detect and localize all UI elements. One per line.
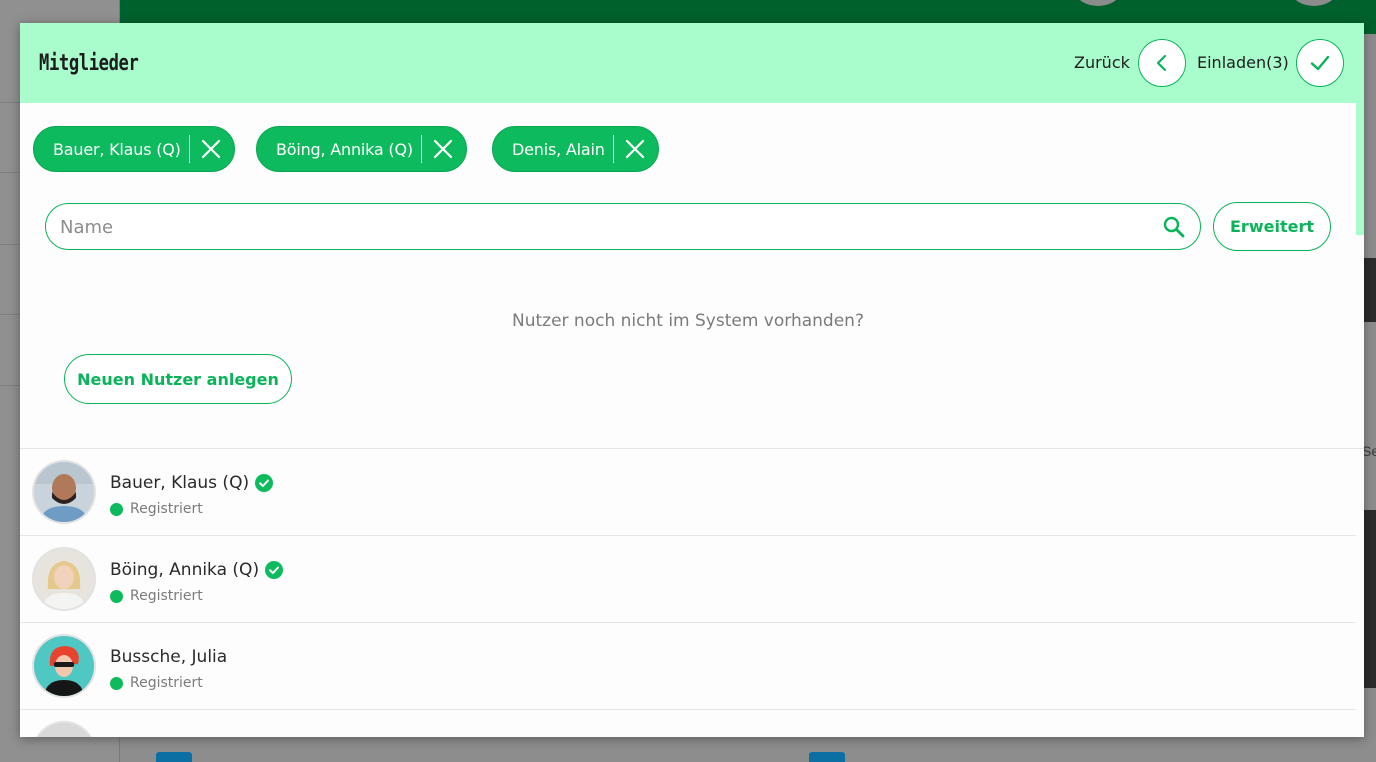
selected-chip: Denis, Alain [492,126,659,172]
member-status-text: Registriert [130,501,203,517]
background-image [1362,258,1376,322]
member-name-text: Böing, Annika (Q) [110,560,260,580]
chevron-left-icon [1156,54,1167,72]
back-label[interactable]: Zurück [1074,53,1130,72]
search-box [45,203,1201,250]
member-row[interactable]: Bauer, Klaus (Q) Registriert [20,449,1356,536]
member-name: Bauer, Klaus (Q) [110,473,274,493]
status-dot-icon [110,676,123,690]
member-row[interactable]: Bussche, Julia Registriert [20,623,1356,710]
close-icon [433,139,453,159]
member-name-text: Bauer, Klaus (Q) [110,473,250,493]
close-icon [625,139,644,159]
status-dot-icon [110,502,123,516]
member-status: Registriert [110,588,203,604]
modal-title: Mitglieder [39,51,139,76]
chip-divider [612,135,614,163]
chip-label: Denis, Alain [512,139,605,159]
member-row[interactable] [20,710,1356,737]
background-icon [156,752,192,762]
advanced-search-button[interactable]: Erweitert [1213,202,1331,251]
remove-chip-button[interactable] [430,136,456,162]
close-icon [201,139,220,159]
invite-button[interactable] [1296,39,1344,87]
selected-chip: Böing, Annika (Q) [256,126,467,172]
avatar [32,460,96,524]
avatar [32,721,96,737]
member-status-text: Registriert [130,675,203,691]
search-icon[interactable] [1162,215,1186,243]
scrollbar-thumb[interactable] [1356,103,1364,235]
verified-check-icon [265,561,284,579]
remove-chip-button[interactable] [198,136,224,162]
chip-divider [420,135,422,163]
background-icon [809,752,845,762]
member-row[interactable]: Böing, Annika (Q) Registriert [20,536,1356,623]
member-name-text: Bussche, Julia [110,647,228,667]
members-modal: Mitglieder Zurück Einladen(3) Bauer, Kla… [20,23,1364,737]
modal-header: Mitglieder Zurück Einladen(3) [20,23,1364,103]
member-status-text: Registriert [130,588,203,604]
avatar [32,547,96,611]
background-image [1362,510,1376,688]
chip-divider [188,135,190,163]
create-new-user-button[interactable]: Neuen Nutzer anlegen [64,354,292,404]
member-name: Bussche, Julia [110,647,227,667]
chip-label: Böing, Annika (Q) [276,139,413,159]
member-status: Registriert [110,501,203,517]
check-icon [1310,55,1330,71]
status-dot-icon [110,589,123,603]
member-status: Registriert [110,675,203,691]
back-button[interactable] [1138,39,1186,87]
background-text: Se [1362,443,1376,459]
remove-chip-button[interactable] [622,136,648,162]
selected-chip: Bauer, Klaus (Q) [33,126,235,172]
member-name: Böing, Annika (Q) [110,560,284,580]
chip-label: Bauer, Klaus (Q) [53,139,181,159]
search-input[interactable] [60,214,1140,240]
avatar [32,634,96,698]
verified-check-icon [255,474,274,492]
user-not-found-hint: Nutzer noch nicht im System vorhanden? [512,311,864,331]
invite-label[interactable]: Einladen(3) [1197,53,1289,72]
